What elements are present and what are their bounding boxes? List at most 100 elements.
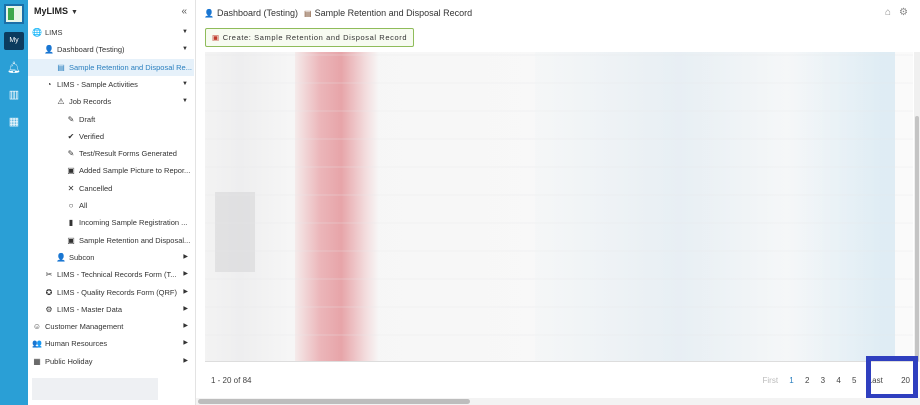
- sidebar-item[interactable]: ☺ Customer Management ▶: [28, 318, 194, 335]
- warning-icon: ⚠: [57, 97, 65, 106]
- app-title[interactable]: MyLIMS: [34, 6, 68, 16]
- flask-icon: ◔: [46, 80, 52, 89]
- chevron-right-icon[interactable]: ▶: [183, 284, 188, 301]
- sidebar-item-label: LIMS: [45, 28, 63, 37]
- horizontal-scrollbar[interactable]: [196, 398, 920, 405]
- sidebar-item[interactable]: 👤 Dashboard (Testing) ▼: [28, 41, 194, 58]
- chevron-right-icon[interactable]: ▶: [183, 249, 188, 266]
- sidebar-header: MyLIMS ▼ «: [34, 6, 189, 20]
- sidebar-item[interactable]: ⚙ LIMS - Master Data ▶: [28, 301, 194, 318]
- edit-icon: ✎: [67, 115, 75, 124]
- sidebar-item[interactable]: ▣ Added Sample Picture to Repor...: [28, 162, 194, 179]
- sidebar-item-label: Incoming Sample Registration ...: [79, 218, 188, 227]
- bar-chart-icon[interactable]: ▥: [7, 88, 21, 102]
- chevron-right-icon[interactable]: ▶: [183, 266, 188, 283]
- chevron-down-icon[interactable]: ▼: [71, 9, 78, 16]
- sidebar-item-label: LIMS - Quality Records Form (QRF): [57, 288, 178, 297]
- sidebar-item[interactable]: ✔ Verified: [28, 128, 194, 145]
- sidebar-item[interactable]: ◔ LIMS - Sample Activities ▼: [28, 76, 194, 93]
- sidebar-item[interactable]: ▤ Sample Retention and Disposal Re...: [28, 59, 194, 76]
- gear-icon: ⚙: [45, 305, 53, 314]
- sidebar-item-label: Test/Result Forms Generated: [79, 149, 177, 158]
- sidebar-item[interactable]: ▮ Incoming Sample Registration ...: [28, 214, 194, 231]
- sidebar-item[interactable]: ✎ Test/Result Forms Generated: [28, 145, 194, 162]
- picture-icon: ▣: [67, 236, 75, 245]
- sidebar-item-label: Subcon: [69, 253, 95, 262]
- sidebar-item-label: Verified: [79, 132, 105, 141]
- sidebar-item-label: Customer Management: [45, 322, 124, 331]
- chevron-right-icon[interactable]: ▶: [183, 301, 188, 318]
- create-record-button[interactable]: ▣ Create: Sample Retention and Disposal R…: [205, 28, 415, 47]
- icon-rail: My 🔔︎ ▥ ▦: [0, 0, 28, 405]
- chevron-down-icon[interactable]: ▼: [182, 41, 188, 58]
- sidebar-item-label: LIMS - Master Data: [57, 305, 123, 314]
- people-icon: 👥: [32, 339, 42, 348]
- pencil-icon: ✎: [67, 149, 75, 158]
- sidebar-item[interactable]: ✪ LIMS - Quality Records Form (QRF) ▶: [28, 284, 194, 301]
- top-right-tools: ⌂ ⚙: [877, 7, 908, 18]
- chevron-right-icon[interactable]: ▶: [183, 318, 188, 335]
- app-logo[interactable]: [4, 4, 24, 24]
- sidebar-item-label: Dashboard (Testing): [57, 45, 125, 54]
- sidebar-item[interactable]: 👤 Subcon ▶: [28, 249, 194, 266]
- sidebar-item[interactable]: 👥 Human Resources ▶: [28, 335, 194, 352]
- vertical-scrollbar[interactable]: [914, 52, 920, 362]
- user-icon: 👤: [44, 45, 54, 54]
- vertical-scroll-thumb[interactable]: [915, 116, 919, 362]
- sidebar-item[interactable]: ▣ Sample Retention and Disposal...: [28, 232, 194, 249]
- pager-page-2[interactable]: 2: [805, 376, 809, 385]
- bell-icon[interactable]: 🔔︎: [7, 61, 21, 75]
- sidebar-item-label: Job Records: [69, 97, 112, 106]
- sidebar-item-label: Cancelled: [79, 184, 113, 193]
- create-button-label: Create: Sample Retention and Disposal Re…: [222, 33, 408, 42]
- sidebar-item-label: Sample Retention and Disposal...: [79, 236, 191, 245]
- pagination-range: 1 - 20 of 84: [211, 376, 252, 385]
- chevron-right-icon[interactable]: ▶: [183, 335, 188, 352]
- chevron-down-icon[interactable]: ▼: [182, 93, 188, 110]
- breadcrumb-current-page: Sample Retention and Disposal Record: [314, 8, 473, 18]
- sidebar-item[interactable]: 🌐 LIMS ▼: [28, 24, 194, 41]
- gear-icon[interactable]: ⚙: [899, 7, 908, 18]
- check-icon: ✔: [67, 132, 75, 141]
- sidebar-item-label: Public Holiday: [45, 357, 93, 366]
- sidebar-item-label: Sample Retention and Disposal Re...: [69, 63, 192, 72]
- user-footer: [32, 378, 158, 400]
- breadcrumb: 👤 Dashboard (Testing) ▤ Sample Retention an…: [204, 6, 472, 20]
- pdf-icon: ▣: [212, 33, 220, 42]
- app-window: My 🔔︎ ▥ ▦ MyLIMS ▼ « 🌐 LIMS ▼ 👤 Dashboard (Te…: [0, 0, 920, 405]
- sidebar-item-label: All: [79, 201, 88, 210]
- breadcrumb-dashboard[interactable]: Dashboard (Testing): [217, 8, 298, 18]
- pager-page-4[interactable]: 4: [836, 376, 840, 385]
- pager-page-5[interactable]: 5: [852, 376, 856, 385]
- sidebar-item-label: Human Resources: [45, 339, 108, 348]
- document-icon: ▤: [57, 63, 65, 72]
- sidebar-item[interactable]: ▦ Public Holiday ▶: [28, 353, 194, 370]
- chevron-down-icon[interactable]: ▼: [182, 76, 188, 93]
- calendar-icon[interactable]: ▦: [7, 115, 21, 129]
- horizontal-scroll-thumb[interactable]: [198, 399, 470, 404]
- user-icon: 👤: [204, 9, 214, 18]
- folder-icon: ▮: [68, 218, 74, 227]
- sidebar-item[interactable]: ✕ Cancelled: [28, 180, 194, 197]
- user-icon: 👤: [56, 253, 66, 262]
- sidebar-item[interactable]: ○ All: [28, 197, 194, 214]
- pager-page-1[interactable]: 1: [789, 376, 793, 385]
- chevron-right-icon[interactable]: ▶: [183, 353, 188, 370]
- my-workspace-button[interactable]: My: [4, 32, 24, 50]
- cross-icon: ✕: [67, 184, 75, 193]
- org-chart-icon[interactable]: ⌂: [885, 7, 891, 18]
- pager-page-3[interactable]: 3: [821, 376, 825, 385]
- sidebar-item[interactable]: ✎ Draft: [28, 111, 194, 128]
- sidebar-item-label: LIMS - Sample Activities: [57, 80, 138, 89]
- document-icon: ▤: [304, 9, 312, 18]
- badge-icon: ✪: [45, 288, 53, 297]
- sidebar-item-label: LIMS - Technical Records Form (T...: [57, 270, 177, 279]
- collapse-sidebar-icon[interactable]: «: [181, 6, 187, 17]
- sidebar-item[interactable]: ⚠ Job Records ▼: [28, 93, 194, 110]
- sidebar-item[interactable]: ✂ LIMS - Technical Records Form (T... ▶: [28, 266, 194, 283]
- records-grid[interactable]: [205, 52, 913, 362]
- tools-icon: ✂: [45, 270, 53, 279]
- pager-first[interactable]: First: [763, 376, 779, 385]
- chevron-down-icon[interactable]: ▼: [182, 24, 188, 41]
- navigation-sidebar: MyLIMS ▼ « 🌐 LIMS ▼ 👤 Dashboard (Testing) ▼ ▤ Sa…: [28, 0, 196, 405]
